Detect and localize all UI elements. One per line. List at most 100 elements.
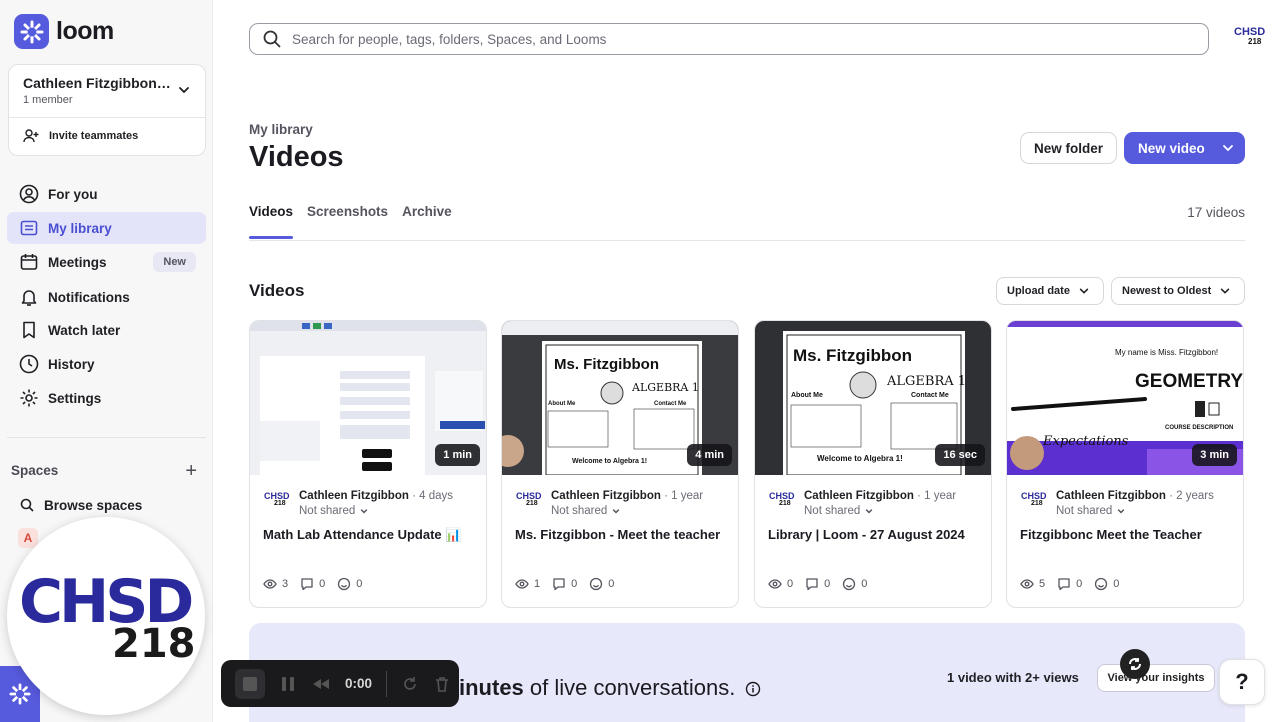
thumb-teacher-name: My name is Miss. Fitzgibbon!: [1115, 348, 1218, 357]
new-video-button[interactable]: New video: [1124, 132, 1245, 164]
share-status[interactable]: Not shared: [551, 505, 621, 517]
new-folder-button[interactable]: New folder: [1020, 132, 1117, 164]
insights-headline-rest: of live conversations.: [523, 675, 736, 700]
nav-my-library[interactable]: My library: [7, 212, 206, 244]
nav-watch-later[interactable]: Watch later: [7, 314, 206, 346]
gear-icon: [20, 389, 38, 407]
views-value: 5: [1039, 578, 1046, 590]
view-insights-button[interactable]: View your insights: [1097, 664, 1215, 692]
avatar-number: 218: [1248, 37, 1262, 46]
video-author: Cathleen Fitzgibbon · 1 year: [804, 490, 957, 502]
share-status[interactable]: Not shared: [1056, 505, 1126, 517]
video-stats: 1 0 0: [515, 577, 614, 591]
video-author: Cathleen Fitzgibbon · 1 year: [551, 490, 704, 502]
recording-time: 0:00: [345, 676, 373, 691]
bookmark-icon: [23, 321, 35, 339]
share-status[interactable]: Not shared: [299, 505, 369, 517]
nav-notifications[interactable]: Notifications: [7, 281, 206, 313]
thumb-expectations: Expectations: [1042, 434, 1129, 449]
chevron-down-icon: [612, 509, 620, 514]
upload-age: 1 year: [671, 490, 704, 502]
nav-label: My library: [48, 220, 112, 236]
stop-icon[interactable]: [235, 668, 265, 699]
video-title[interactable]: Library | Loom - 27 August 2024: [768, 527, 965, 542]
nav-settings[interactable]: Settings: [7, 382, 206, 414]
nav-label: For you: [48, 186, 98, 202]
invite-label: Invite teammates: [49, 130, 139, 142]
video-card[interactable]: My name is Miss. Fitzgibbon! GEOMETRY Ex…: [1006, 320, 1244, 608]
video-title[interactable]: Fitzgibbonc Meet the Teacher: [1020, 527, 1202, 542]
video-count: 17 videos: [1187, 205, 1245, 220]
pause-icon[interactable]: [279, 675, 297, 693]
chevron-down-icon: [179, 87, 189, 94]
comments-value: 0: [319, 578, 326, 590]
thumb-course-desc: COURSE DESCRIPTION: [1165, 425, 1233, 431]
upload-age: 1 year: [924, 490, 957, 502]
duration-badge: 4 min: [687, 444, 732, 466]
browse-label: Browse spaces: [44, 497, 143, 513]
video-title[interactable]: Ms. Fitzgibbon - Meet the teacher: [515, 527, 720, 542]
video-card[interactable]: 1 min CHSD 218 Cathleen Fitzgibbon · 4 da…: [249, 320, 487, 608]
sort-order-dropdown[interactable]: Newest to Oldest: [1111, 277, 1245, 305]
avatar: CHSD 218: [1021, 492, 1049, 508]
avatar[interactable]: CHSD 218: [1234, 27, 1265, 47]
duration-badge: 1 min: [435, 444, 480, 466]
video-card[interactable]: Ms. Fitzgibbon ALGEBRA 1 About Me Contac…: [501, 320, 739, 608]
upload-age: 4 days: [419, 490, 454, 502]
user-circle-icon: [19, 184, 39, 204]
tab-archive[interactable]: Archive: [402, 204, 452, 219]
comment-icon: [301, 578, 313, 591]
info-icon[interactable]: [745, 681, 761, 697]
eye-icon: [1020, 579, 1034, 589]
help-button[interactable]: ?: [1219, 659, 1265, 705]
trash-icon[interactable]: [433, 675, 451, 693]
brand-name: loom: [56, 17, 114, 45]
chevron-down-icon: [1221, 288, 1230, 294]
author-name: Cathleen Fitzgibbon: [804, 490, 914, 502]
video-card[interactable]: Ms. Fitzgibbon ALGEBRA 1 About Me Contac…: [754, 320, 992, 608]
add-space-button[interactable]: +: [185, 460, 197, 483]
author-name: Cathleen Fitzgibbon: [299, 490, 409, 502]
search-input[interactable]: [292, 31, 1172, 47]
chevron-down-icon: [865, 509, 873, 514]
avatar: CHSD 218: [769, 492, 797, 508]
new-video-label: New video: [1138, 140, 1205, 156]
tab-screenshots[interactable]: Screenshots: [307, 204, 388, 219]
loop-icon: [1120, 649, 1150, 679]
views-value: 0: [787, 578, 794, 590]
video-thumbnail[interactable]: 1 min: [250, 321, 486, 475]
video-title[interactable]: Math Lab Attendance Update 📊: [263, 527, 461, 543]
search-bar[interactable]: [249, 23, 1209, 55]
breadcrumb[interactable]: My library: [249, 122, 313, 137]
chevron-down-icon: [1079, 288, 1089, 294]
insights-headline: inutes of live conversations.: [459, 675, 761, 701]
smiley-icon: [843, 577, 856, 591]
search-icon: [263, 30, 281, 48]
smiley-icon: [338, 577, 351, 591]
video-thumbnail[interactable]: Ms. Fitzgibbon ALGEBRA 1 About Me Contac…: [755, 321, 991, 475]
rewind-icon[interactable]: [311, 675, 331, 693]
divider: [9, 117, 205, 118]
avatar-number: 218: [1031, 500, 1043, 507]
comment-count: 0: [805, 577, 830, 591]
nav-history[interactable]: History: [7, 348, 206, 380]
view-count: 0: [768, 577, 793, 591]
video-thumbnail[interactable]: Ms. Fitzgibbon ALGEBRA 1 About Me Contac…: [502, 321, 738, 475]
sort-field-label: Upload date: [1007, 285, 1070, 297]
views-value: 1: [534, 578, 541, 590]
video-thumbnail[interactable]: My name is Miss. Fitzgibbon! GEOMETRY Ex…: [1007, 321, 1243, 475]
restart-icon[interactable]: [401, 675, 419, 693]
clock-icon: [19, 354, 39, 374]
avatar-number: 218: [526, 500, 538, 507]
nav-for-you[interactable]: For you: [7, 178, 206, 210]
loom-logo[interactable]: loom: [14, 14, 114, 49]
nav-meetings[interactable]: Meetings New: [7, 246, 206, 278]
invite-teammates-button[interactable]: Invite teammates: [23, 128, 138, 144]
sort-field-dropdown[interactable]: Upload date: [996, 277, 1104, 305]
tab-videos[interactable]: Videos: [249, 204, 294, 239]
video-author: Cathleen Fitzgibbon · 4 days: [299, 490, 454, 502]
comment-count: 0: [300, 577, 325, 591]
workspace-switcher[interactable]: Cathleen Fitzgibbon's Workspace 1 member…: [8, 64, 206, 156]
share-status[interactable]: Not shared: [804, 505, 874, 517]
camera-bubble[interactable]: CHSD 218: [7, 517, 205, 715]
